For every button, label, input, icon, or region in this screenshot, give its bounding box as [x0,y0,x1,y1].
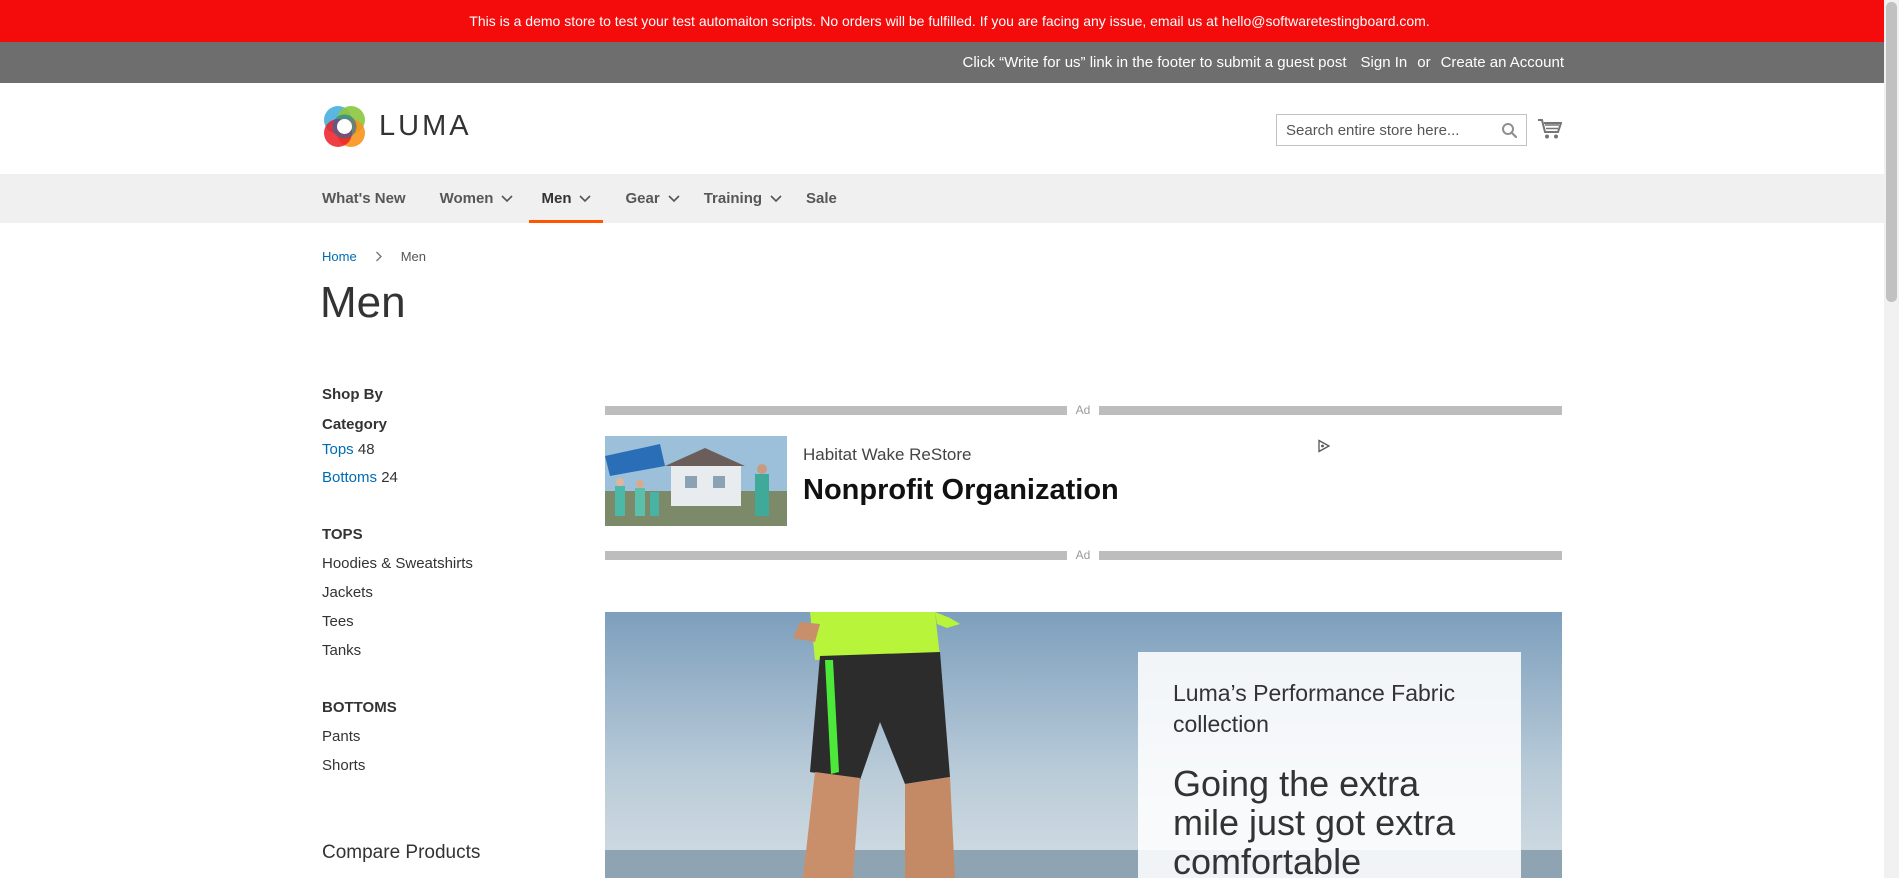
ad-headline: Nonprofit Organization [803,474,1119,506]
shopping-cart-icon[interactable] [1538,118,1562,140]
chevron-down-icon [579,194,592,202]
category-filter-item: Tops 48 [322,441,582,458]
search-icon[interactable] [1501,122,1518,139]
nav-item-sale[interactable]: Sale [794,174,849,223]
advertisement[interactable]: Habitat Wake ReStore Nonprofit Organizat… [605,436,1562,526]
nav-item-label: Men [541,190,572,207]
ad-divider-bottom: Ad [605,548,1562,562]
panel-header: Click “Write for us” link in the footer … [0,42,1899,83]
scrollbar-thumb[interactable] [1886,2,1897,302]
sidebar-item-hoodies-sweatshirts[interactable]: Hoodies & Sweatshirts [322,555,582,572]
sidebar-item-tanks[interactable]: Tanks [322,642,582,659]
ad-advertiser: Habitat Wake ReStore [803,445,972,464]
nav-item-label: Sale [806,190,837,207]
or-text: or [1417,54,1431,71]
breadcrumb-home-link[interactable]: Home [322,249,357,264]
hero-banner[interactable]: Luma’s Performance Fabric collection Goi… [605,612,1562,878]
category-count: 24 [381,469,398,486]
nav-item-training[interactable]: Training [692,174,794,223]
breadcrumb-current: Men [400,249,426,264]
ad-label: Ad [1075,548,1091,562]
category-filter-title: Category [322,416,388,433]
search-box [1276,114,1527,146]
site-header: LUMA [0,83,1899,174]
sidebar-item-shorts[interactable]: Shorts [322,757,582,774]
nav-item-gear[interactable]: Gear [603,174,691,223]
guest-post-promo: Click “Write for us” link in the footer … [962,54,1347,71]
bottoms-heading: BOTTOMS [322,699,397,716]
category-count: 48 [357,441,375,458]
category-link-tops[interactable]: Tops [322,441,354,458]
shop-by-title: Shop By [322,386,383,403]
sidebar-item-pants[interactable]: Pants [322,728,582,745]
category-link-bottoms[interactable]: Bottoms [322,469,377,486]
chevron-down-icon [668,194,680,202]
demo-notice-bar: This is a demo store to test your test a… [0,0,1899,42]
nav-item-label: Training [703,190,763,207]
demo-notice-text: This is a demo store to test your test a… [469,13,1430,29]
nav-item-label: Women [439,190,494,207]
category-filter-item: Bottoms 24 [322,469,582,486]
main-navigation: What's New Women Men Gear Training Sale [0,174,1899,223]
ad-label: Ad [1075,403,1091,417]
nav-item-whats-new[interactable]: What's New [322,174,418,223]
tops-heading: TOPS [322,526,363,543]
sidebar-filters: Shop By Category Tops 48 Bottoms 24 TOPS… [322,386,582,774]
page-title: Men [320,278,406,327]
breadcrumb: Home Men [322,249,426,264]
compare-products-title: Compare Products [322,842,481,863]
nav-item-label: What's New [322,190,406,207]
nav-item-women[interactable]: Women [418,174,526,223]
ad-divider-top: Ad [605,403,1562,417]
luma-logo-icon [324,106,365,147]
chevron-down-icon [501,194,514,202]
hero-subtitle: Luma’s Performance Fabric collection [1173,680,1456,737]
chevron-right-icon [375,251,382,262]
chevron-down-icon [770,194,782,202]
luma-logo[interactable]: LUMA [322,104,472,149]
nav-item-label: Gear [625,190,660,207]
hero-title: Going the extra mile just got extra comf… [1173,763,1456,878]
ad-image [605,436,787,526]
search-input[interactable] [1277,115,1487,145]
ad-choices-icon[interactable] [1317,439,1331,453]
page-scrollbar[interactable] [1884,0,1899,878]
logo-text: LUMA [379,110,472,142]
hero-promo-card: Luma’s Performance Fabric collection Goi… [1138,652,1521,878]
sidebar-item-jackets[interactable]: Jackets [322,584,582,601]
sidebar-item-tees[interactable]: Tees [322,613,582,630]
sign-in-link[interactable]: Sign In [1361,54,1408,71]
nav-item-men[interactable]: Men [529,174,604,223]
create-account-link[interactable]: Create an Account [1441,54,1564,71]
